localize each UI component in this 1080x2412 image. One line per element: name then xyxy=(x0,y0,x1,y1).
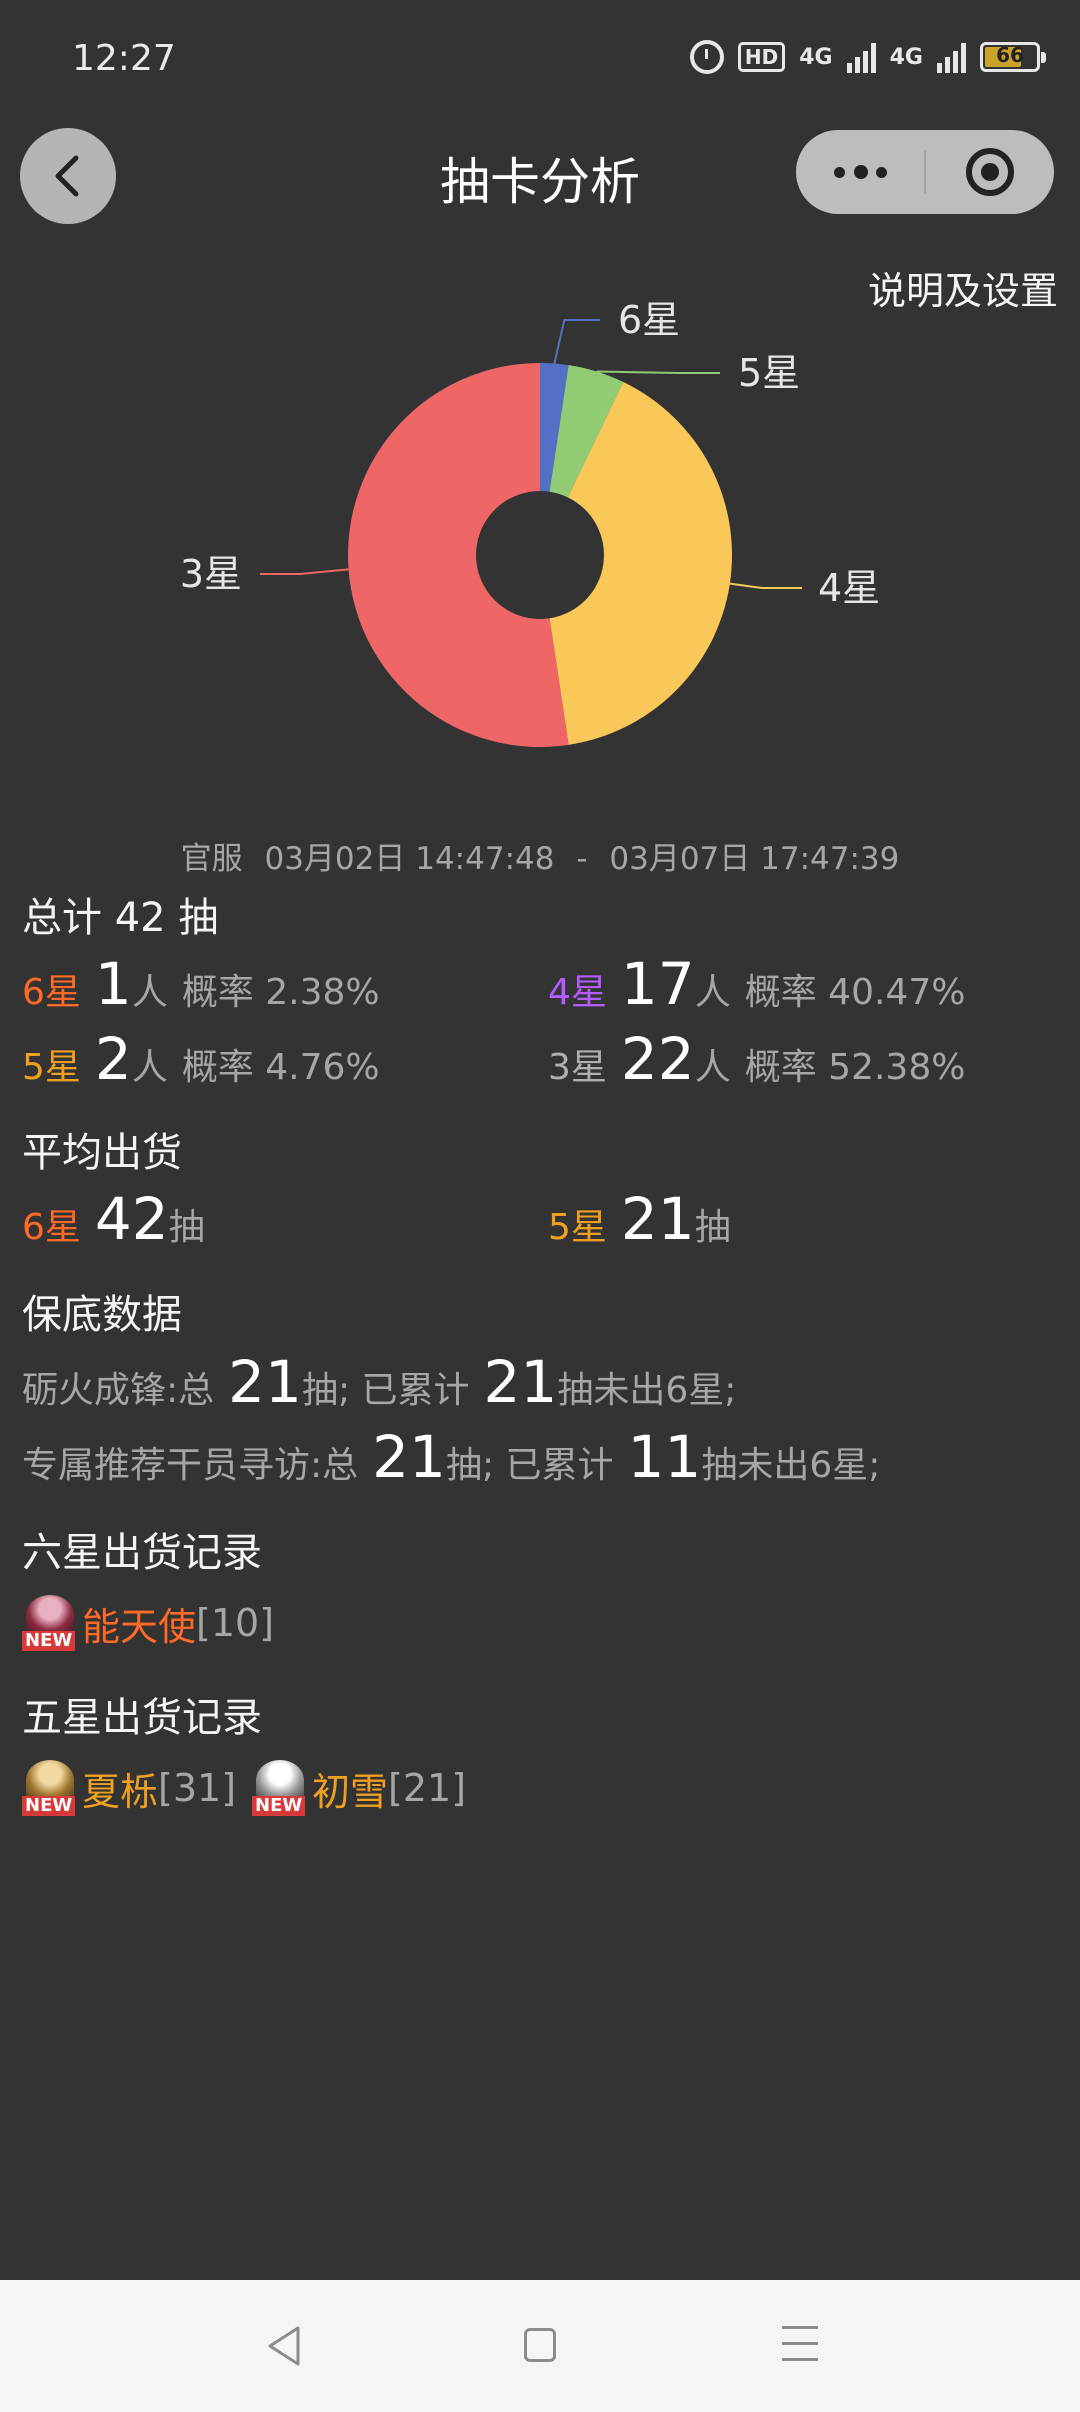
summary-5star: 5星 2人 概率 4.76% xyxy=(22,1025,380,1093)
operator-name: 初雪 xyxy=(312,1769,389,1814)
pie-label: 5星 xyxy=(738,351,800,395)
unit: 人 xyxy=(694,1047,731,1088)
star-label: 4星 xyxy=(548,972,607,1013)
five-star-record-list: NEW 夏栎 [31] NEW 初雪 [21] xyxy=(22,1760,466,1816)
pity-suffix: 抽未出6星; xyxy=(701,1445,881,1486)
pity-count: 21 xyxy=(483,1348,558,1416)
pie-leader-line xyxy=(260,568,349,575)
date-start: 03月02日 14:47:48 xyxy=(264,841,555,877)
pull-count: [21] xyxy=(388,1766,467,1810)
network-type-1: 4G xyxy=(799,44,833,70)
pull-count: [10] xyxy=(196,1601,275,1645)
battery-level: 66 xyxy=(996,43,1024,67)
new-badge: NEW xyxy=(252,1796,306,1816)
date-separator: - xyxy=(576,841,588,877)
new-badge: NEW xyxy=(22,1796,76,1816)
more-button[interactable] xyxy=(796,130,924,214)
operator-avatar: NEW xyxy=(22,1595,78,1651)
five-star-records-title: 五星出货记录 xyxy=(22,1695,262,1741)
pity-row: 砺火成锋:总 21抽; 已累计 21抽未出6星; xyxy=(22,1348,736,1416)
date-range: 官服 03月02日 14:47:48 - 03月07日 17:47:39 xyxy=(0,833,1080,878)
more-dot-icon xyxy=(876,167,887,178)
pity-mid: 抽; 已累计 xyxy=(301,1370,470,1411)
status-time: 12:27 xyxy=(72,38,176,79)
star-count: 2 xyxy=(94,1025,132,1093)
pie-leader-line xyxy=(729,582,802,589)
summary-6star: 6星 1人 概率 2.38% xyxy=(22,950,380,1018)
signal-icon-2 xyxy=(937,41,966,73)
new-badge: NEW xyxy=(22,1631,76,1651)
more-dot-icon xyxy=(834,167,845,178)
pity-count: 11 xyxy=(627,1423,702,1491)
average-value: 42 xyxy=(94,1185,169,1253)
mini-program-capsule xyxy=(796,130,1054,214)
star-count: 22 xyxy=(620,1025,695,1093)
signal-icon xyxy=(846,41,876,73)
pity-title: 保底数据 xyxy=(22,1292,182,1338)
star-label: 6星 xyxy=(22,972,81,1013)
network-type-2: 4G xyxy=(889,44,923,70)
star-label: 5星 xyxy=(548,1207,607,1248)
star-label: 6星 xyxy=(22,1207,81,1248)
pity-suffix: 抽未出6星; xyxy=(557,1370,737,1411)
average-5star: 5星 21抽 xyxy=(548,1185,731,1253)
nav-back-icon[interactable] xyxy=(264,2324,304,2368)
six-star-record-list: NEW 能天使 [10] xyxy=(22,1595,274,1651)
average-value: 21 xyxy=(620,1185,695,1253)
close-button[interactable] xyxy=(926,130,1054,214)
pie-label: 3星 xyxy=(180,552,242,596)
star-rate: 概率 2.38% xyxy=(181,972,380,1013)
unit: 人 xyxy=(694,972,731,1013)
summary-3star: 3星 22人 概率 52.38% xyxy=(548,1025,965,1093)
total-pulls-title: 总计 42 抽 xyxy=(22,895,219,941)
unit: 抽 xyxy=(694,1207,731,1248)
nav-home-icon[interactable] xyxy=(524,2328,556,2362)
pie-chart: 6星 5星 4星 3星 xyxy=(180,298,880,747)
status-bar: 12:27 HD 4G 4G 66 xyxy=(0,0,1080,120)
battery-icon: 66 xyxy=(980,42,1046,72)
operator-name: 能天使 xyxy=(82,1604,197,1649)
more-dot-icon xyxy=(854,165,868,179)
average-title: 平均出货 xyxy=(22,1130,182,1176)
pie-leader-line xyxy=(553,319,600,364)
six-star-records-title: 六星出货记录 xyxy=(22,1530,262,1576)
pity-mid: 抽; 已累计 xyxy=(445,1445,614,1486)
server-label: 官服 xyxy=(180,841,243,877)
pie-label: 4星 xyxy=(818,566,880,610)
pie-label: 6星 xyxy=(618,298,680,342)
pity-total: 21 xyxy=(228,1348,302,1416)
status-icons: HD 4G 4G 66 xyxy=(689,40,1046,74)
star-label: 5星 xyxy=(22,1047,81,1088)
star-label: 3星 xyxy=(548,1047,607,1088)
operator-avatar: NEW xyxy=(22,1760,78,1816)
operator-avatar: NEW xyxy=(252,1760,308,1816)
system-nav-bar xyxy=(0,2280,1080,2412)
average-6star: 6星 42抽 xyxy=(22,1185,205,1253)
operator-name: 夏栎 xyxy=(82,1769,159,1814)
pool-name: 砺火成锋:总 xyxy=(22,1370,215,1411)
unit: 人 xyxy=(131,972,168,1013)
star-count: 17 xyxy=(620,950,695,1018)
unit: 人 xyxy=(131,1047,168,1088)
pity-row: 专属推荐干员寻访:总 21抽; 已累计 11抽未出6星; xyxy=(22,1423,880,1491)
star-count: 1 xyxy=(94,950,132,1018)
star-rate: 概率 40.47% xyxy=(744,972,966,1013)
summary-4star: 4星 17人 概率 40.47% xyxy=(548,950,965,1018)
hd-icon: HD xyxy=(737,42,786,72)
pool-name: 专属推荐干员寻访:总 xyxy=(22,1445,359,1486)
unit: 抽 xyxy=(168,1207,205,1248)
pity-total: 21 xyxy=(372,1423,446,1491)
pull-count: [31] xyxy=(158,1766,237,1810)
alarm-icon xyxy=(689,40,724,74)
pie-slice-3星[interactable] xyxy=(347,363,569,747)
star-rate: 概率 52.38% xyxy=(744,1047,966,1088)
pie-leader-line xyxy=(596,370,720,374)
star-rate: 概率 4.76% xyxy=(181,1047,380,1088)
date-end: 03月07日 17:47:39 xyxy=(609,841,900,877)
nav-menu-icon[interactable] xyxy=(782,2326,818,2374)
